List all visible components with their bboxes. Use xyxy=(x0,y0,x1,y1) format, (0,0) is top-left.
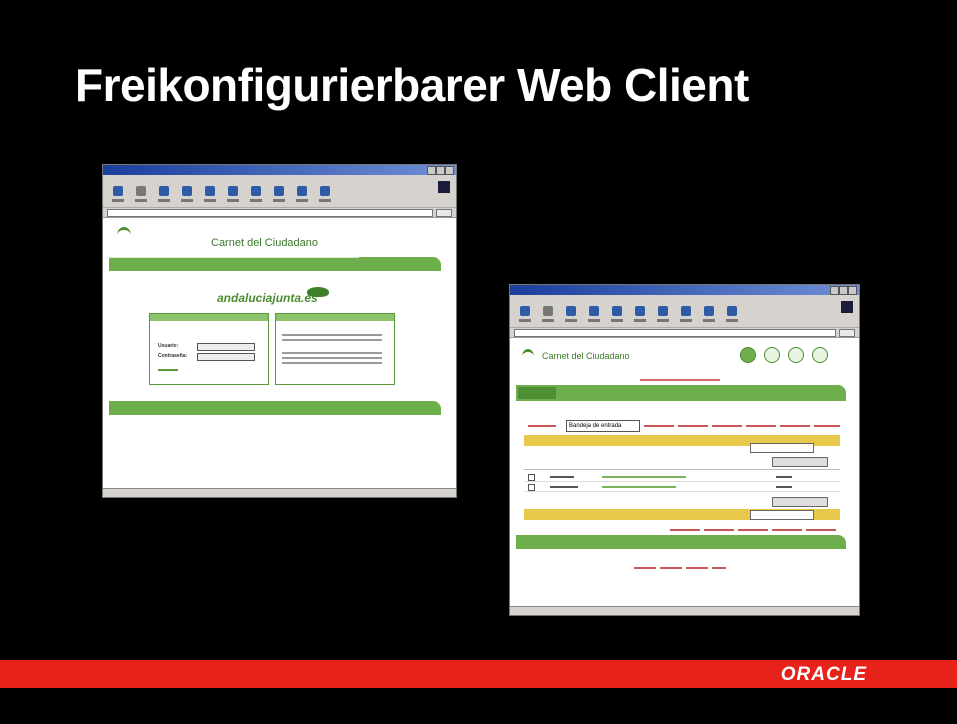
address-bar xyxy=(510,328,859,338)
username-field[interactable] xyxy=(197,343,255,351)
message-checkbox[interactable] xyxy=(528,484,535,491)
site-title: Carnet del Ciudadano xyxy=(211,237,319,249)
options-icon[interactable] xyxy=(788,347,804,363)
go-button[interactable] xyxy=(436,208,452,217)
address-input[interactable] xyxy=(514,328,836,337)
home-icon[interactable] xyxy=(203,186,217,204)
minimize-icon[interactable] xyxy=(830,286,839,295)
search-icon[interactable] xyxy=(226,186,240,204)
password-label: Contraseña: xyxy=(158,353,188,359)
search-icon[interactable] xyxy=(633,306,647,324)
message-date xyxy=(776,476,792,478)
brand-tree-icon xyxy=(307,287,329,297)
info-panel xyxy=(275,313,395,385)
compose-icon[interactable] xyxy=(740,347,756,363)
pager-top[interactable] xyxy=(772,457,828,467)
favorites-icon[interactable] xyxy=(249,186,263,204)
browser-logo-icon xyxy=(841,301,853,313)
favorites-icon[interactable] xyxy=(656,306,670,324)
forward-icon[interactable] xyxy=(541,306,555,324)
header-divider xyxy=(109,257,359,258)
message-date xyxy=(776,486,792,488)
site-logo-icon xyxy=(522,349,534,364)
menu-bar xyxy=(103,175,456,183)
message-list-header xyxy=(524,469,840,470)
window-titlebar xyxy=(510,285,859,295)
back-icon[interactable] xyxy=(518,306,532,324)
address-bar xyxy=(103,208,456,218)
browser-statusbar xyxy=(103,488,456,497)
history-icon[interactable] xyxy=(679,306,693,324)
browser-toolbar xyxy=(103,183,456,208)
username-label: Usuario: xyxy=(158,343,179,349)
refresh-icon[interactable] xyxy=(587,306,601,324)
oracle-logo: ORACLE xyxy=(780,664,867,685)
footer-band xyxy=(109,401,441,415)
window-titlebar xyxy=(103,165,456,175)
site-logo-icon xyxy=(117,227,131,244)
pager-bottom[interactable] xyxy=(772,497,828,507)
message-subject[interactable] xyxy=(602,476,686,478)
mail-icon[interactable] xyxy=(702,306,716,324)
stop-icon[interactable] xyxy=(564,306,578,324)
print-icon[interactable] xyxy=(725,306,739,324)
maximize-icon[interactable] xyxy=(839,286,848,295)
screenshot-login: Carnet del Ciudadano andaluciajunta.es U… xyxy=(102,164,457,498)
home-icon[interactable] xyxy=(610,306,624,324)
message-row[interactable] xyxy=(524,483,840,492)
maximize-icon[interactable] xyxy=(436,166,445,175)
back-icon[interactable] xyxy=(111,186,125,204)
browser-toolbar xyxy=(510,303,859,328)
addressbook-icon[interactable] xyxy=(764,347,780,363)
brand-text: andaluciajunta.es xyxy=(217,291,318,305)
message-checkbox[interactable] xyxy=(528,474,535,481)
folder-select[interactable]: Bandeja de entrada xyxy=(566,420,640,432)
stop-icon[interactable] xyxy=(157,186,171,204)
bottom-move-select[interactable] xyxy=(750,510,814,520)
menu-bar xyxy=(510,295,859,303)
notice-line xyxy=(640,379,720,381)
slide-title: Freikonfigurierbarer Web Client xyxy=(75,59,749,111)
footer-band xyxy=(516,535,846,549)
header-band xyxy=(109,257,441,271)
message-sender xyxy=(550,476,574,478)
tab-inbox[interactable] xyxy=(518,387,556,399)
message-row[interactable] xyxy=(524,473,840,482)
address-input[interactable] xyxy=(107,208,433,217)
footer-links[interactable] xyxy=(634,567,726,569)
forward-icon[interactable] xyxy=(134,186,148,204)
screenshot-inbox: Carnet del Ciudadano Bandeja de entrada xyxy=(509,284,860,616)
site-title: Carnet del Ciudadano xyxy=(542,351,630,361)
folder-select-value: Bandeja de entrada xyxy=(569,423,622,429)
close-icon[interactable] xyxy=(445,166,454,175)
nav-band xyxy=(516,385,846,401)
message-sender xyxy=(550,486,578,488)
info-panel-header xyxy=(276,314,394,321)
enter-link[interactable] xyxy=(158,369,178,371)
close-icon[interactable] xyxy=(848,286,857,295)
info-text-block xyxy=(282,334,382,336)
logout-icon[interactable] xyxy=(812,347,828,363)
folder-actions-links[interactable] xyxy=(644,425,840,427)
print-icon[interactable] xyxy=(318,186,332,204)
footer-band-red: ORACLE xyxy=(0,660,957,688)
message-subject[interactable] xyxy=(602,486,676,488)
mail-icon[interactable] xyxy=(295,186,309,204)
refresh-icon[interactable] xyxy=(180,186,194,204)
move-to-select[interactable] xyxy=(750,443,814,453)
login-panel-header xyxy=(150,314,268,321)
bottom-links[interactable] xyxy=(670,529,840,531)
password-field[interactable] xyxy=(197,353,255,361)
browser-logo-icon xyxy=(438,181,450,193)
folder-label xyxy=(528,425,556,427)
browser-statusbar xyxy=(510,606,859,615)
go-button[interactable] xyxy=(839,328,855,337)
history-icon[interactable] xyxy=(272,186,286,204)
minimize-icon[interactable] xyxy=(427,166,436,175)
